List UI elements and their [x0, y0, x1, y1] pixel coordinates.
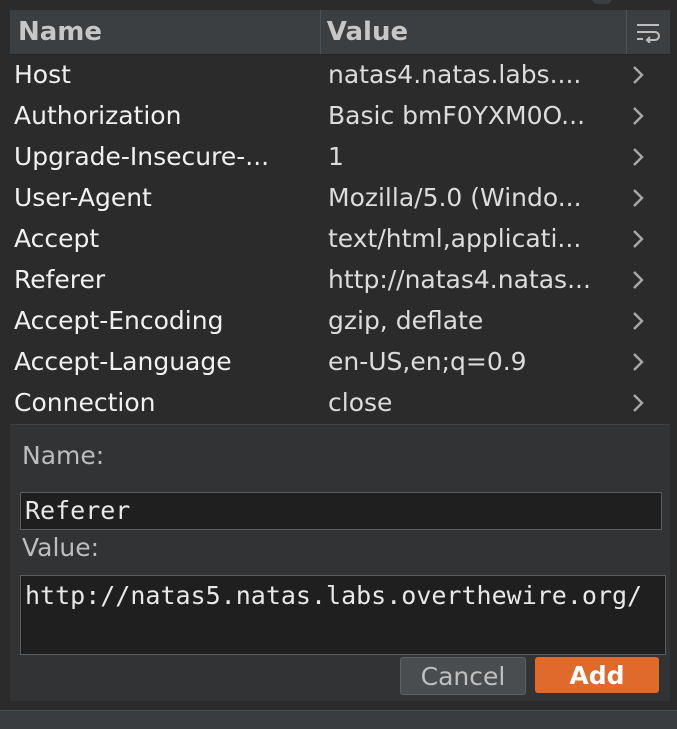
row-expand[interactable]: [618, 392, 658, 414]
header-name: Accept: [14, 224, 100, 253]
header-name: Referer: [14, 265, 106, 294]
wrap-lines-button[interactable]: [627, 10, 670, 54]
header-value: close: [328, 388, 393, 417]
header-value: text/html,applicati...: [328, 224, 582, 253]
wrap-lines-icon: [637, 24, 661, 43]
row-expand[interactable]: [618, 146, 658, 168]
chevron-right-icon: [633, 188, 644, 207]
table-row[interactable]: Accept text/html,applicati...: [10, 218, 670, 259]
row-expand[interactable]: [618, 351, 658, 373]
request-headers-panel: Name Value Host natas4.natas.labs.... Au…: [10, 10, 670, 701]
header-value: natas4.natas.labs....: [328, 60, 582, 89]
name-field[interactable]: Referer: [20, 492, 662, 530]
chevron-right-icon: [633, 106, 644, 125]
row-expand[interactable]: [618, 310, 658, 332]
header-name: Host: [14, 60, 71, 89]
chevron-right-icon: [633, 65, 644, 84]
table-row[interactable]: Host natas4.natas.labs....: [10, 54, 670, 95]
header-editor: Name: Referer Value: http://natas5.natas…: [10, 424, 670, 701]
header-value: http://natas4.natas...: [328, 265, 591, 294]
header-name: User-Agent: [14, 183, 152, 212]
row-expand[interactable]: [618, 228, 658, 250]
header-value: Basic bmF0YXM0O...: [328, 101, 586, 130]
cancel-button[interactable]: Cancel: [400, 657, 526, 695]
table-row[interactable]: Connection close: [10, 382, 670, 423]
header-name: Accept-Language: [14, 347, 232, 376]
row-expand[interactable]: [618, 64, 658, 86]
value-field[interactable]: http://natas5.natas.labs.overthewire.org…: [20, 575, 666, 655]
chevron-right-icon: [633, 147, 644, 166]
header-rows: Host natas4.natas.labs.... Authorization…: [10, 54, 670, 423]
chevron-right-icon: [633, 311, 644, 330]
chevron-right-icon: [633, 270, 644, 289]
table-row[interactable]: Accept-Encoding gzip, deflate: [10, 300, 670, 341]
table-row[interactable]: Referer http://natas4.natas...: [10, 259, 670, 300]
header-name: Authorization: [14, 101, 182, 130]
add-button[interactable]: Add: [535, 657, 659, 693]
table-row[interactable]: Accept-Language en-US,en;q=0.9: [10, 341, 670, 382]
header-value: en-US,en;q=0.9: [328, 347, 527, 376]
header-value: gzip, deflate: [328, 306, 484, 335]
chevron-right-icon: [633, 393, 644, 412]
row-expand[interactable]: [618, 187, 658, 209]
table-row[interactable]: Upgrade-Insecure-... 1: [10, 136, 670, 177]
header-value: 1: [328, 142, 344, 171]
chevron-right-icon: [633, 229, 644, 248]
chevron-right-icon: [633, 352, 644, 371]
column-header-name[interactable]: Name: [10, 10, 321, 54]
column-header-value[interactable]: Value: [321, 10, 627, 54]
row-expand[interactable]: [618, 269, 658, 291]
bottom-status-strip: [0, 710, 677, 729]
header-value: Mozilla/5.0 (Windo...: [328, 183, 582, 212]
header-name: Accept-Encoding: [14, 306, 224, 335]
table-row[interactable]: Authorization Basic bmF0YXM0O...: [10, 95, 670, 136]
name-label: Name:: [22, 441, 105, 470]
header-name: Connection: [14, 388, 156, 417]
table-row[interactable]: User-Agent Mozilla/5.0 (Windo...: [10, 177, 670, 218]
window-corner-control: [592, 0, 612, 4]
table-header: Name Value: [10, 10, 670, 55]
value-label: Value:: [22, 533, 100, 562]
row-expand[interactable]: [618, 105, 658, 127]
header-name: Upgrade-Insecure-...: [14, 142, 270, 171]
